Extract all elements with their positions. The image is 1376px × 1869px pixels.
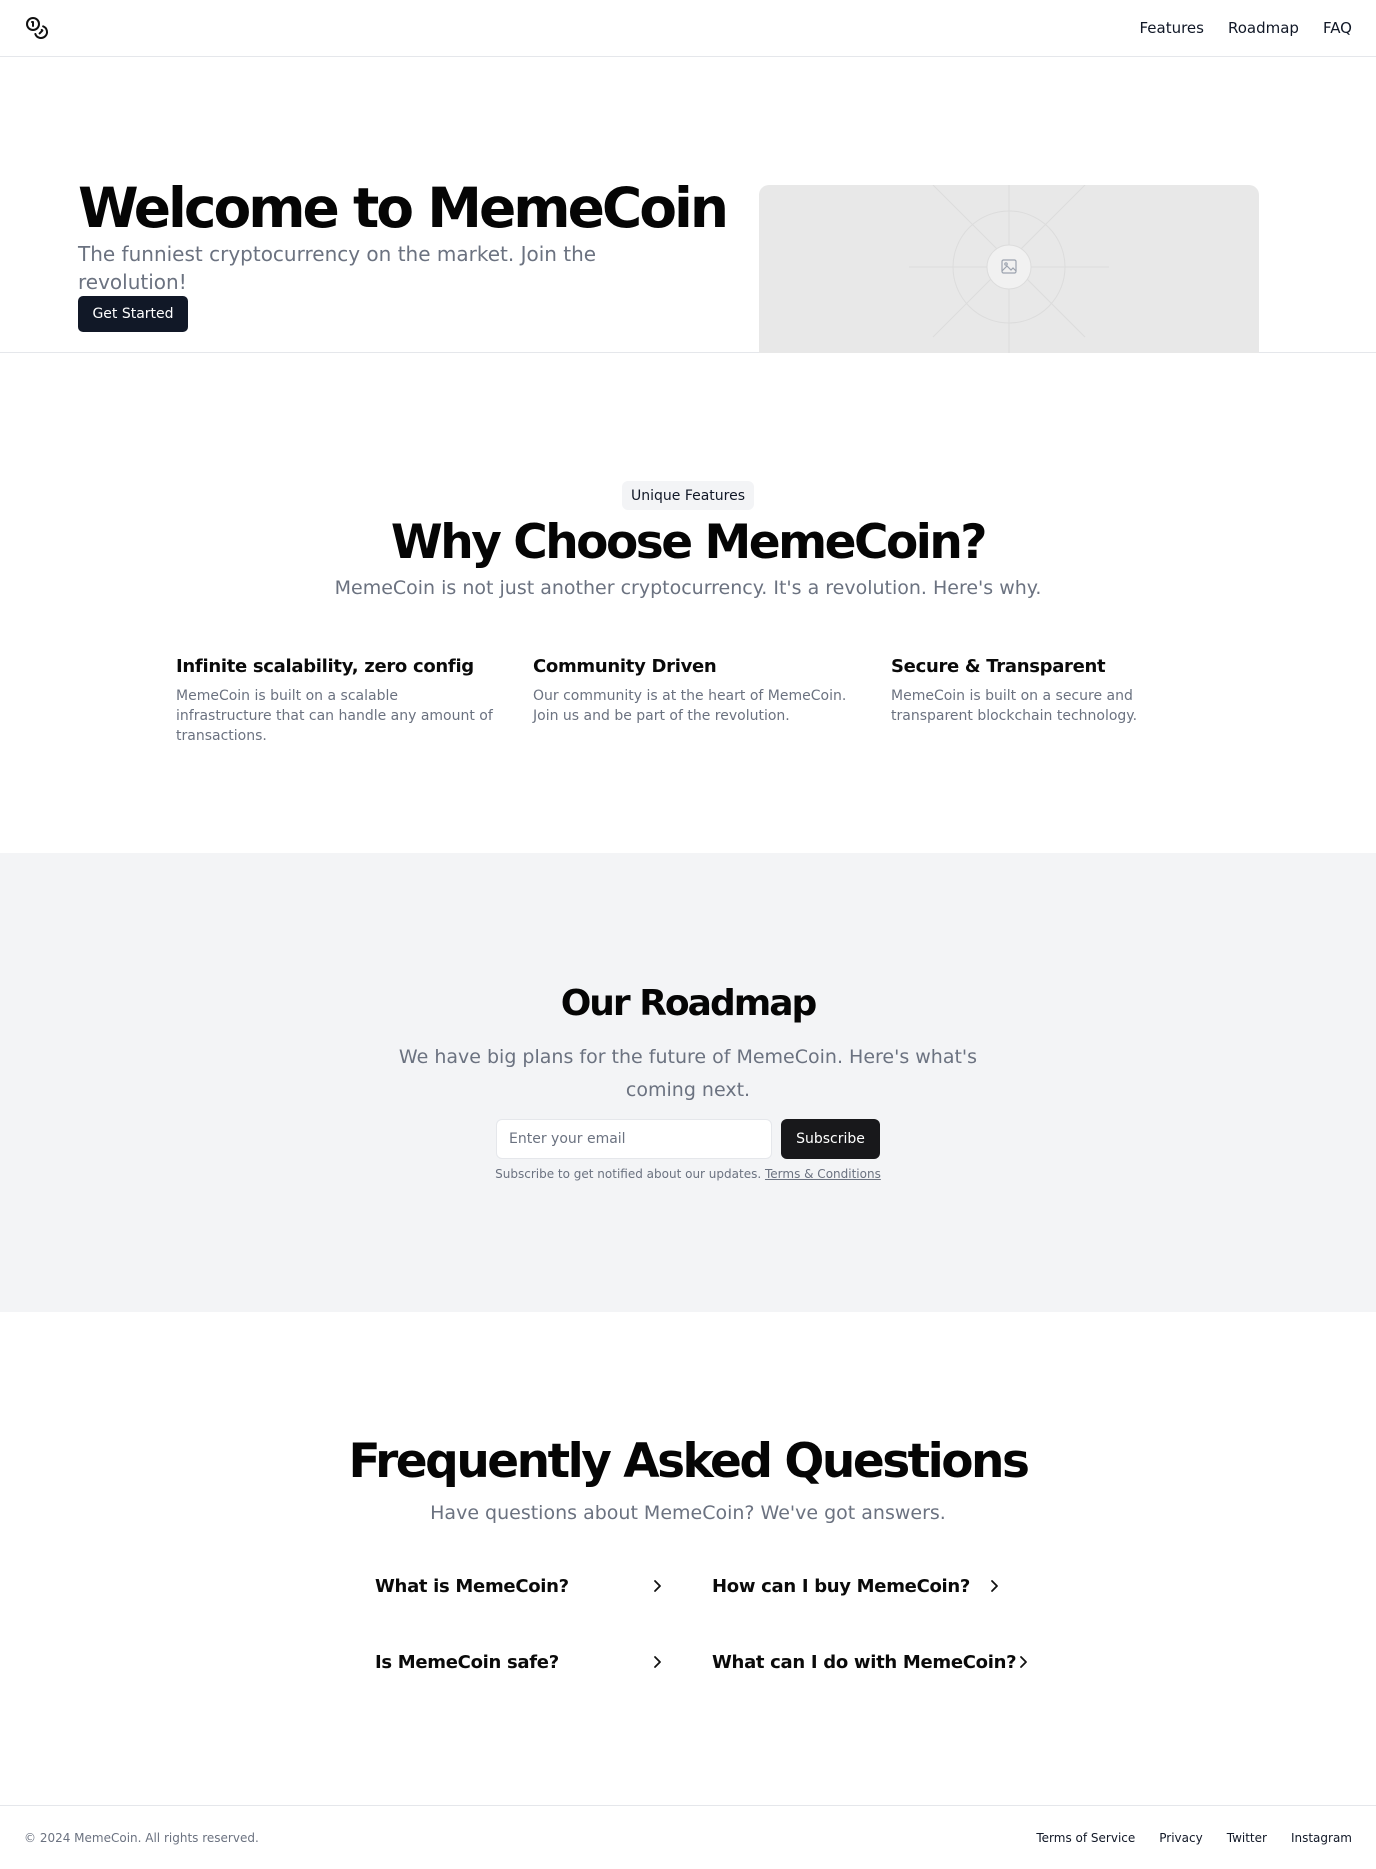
footer-link-terms[interactable]: Terms of Service — [1036, 1831, 1135, 1845]
nav-link-roadmap[interactable]: Roadmap — [1228, 19, 1299, 37]
features-badge: Unique Features — [622, 481, 754, 510]
faq-question: What can I do with MemeCoin? — [712, 1651, 1017, 1673]
faq-item[interactable]: Is MemeCoin safe? — [375, 1647, 665, 1677]
feature-title: Infinite scalability, zero config — [176, 656, 474, 677]
faq-question: What is MemeCoin? — [375, 1575, 569, 1597]
footer-link-instagram[interactable]: Instagram — [1291, 1831, 1352, 1845]
coins-icon[interactable] — [24, 15, 50, 41]
nav-link-features[interactable]: Features — [1139, 19, 1204, 37]
faq-item[interactable]: How can I buy MemeCoin? — [712, 1571, 1002, 1601]
subscribe-button[interactable]: Subscribe — [781, 1119, 880, 1159]
hero-subtitle: The funniest cryptocurrency on the marke… — [78, 242, 597, 294]
features-subtitle: MemeCoin is not just another cryptocurre… — [334, 577, 1042, 599]
footer-nav: Terms of Service Privacy Twitter Instagr… — [1036, 1831, 1352, 1845]
feature-text: MemeCoin is built on a scalable infrastr… — [176, 688, 493, 744]
terms-link[interactable]: Terms & Conditions — [765, 1167, 881, 1181]
faq-section: Frequently Asked Questions Have question… — [0, 1312, 1376, 1805]
feature-item: Community Driven Our community is at the… — [533, 656, 853, 726]
feature-item: Secure & Transparent MemeCoin is built o… — [891, 656, 1211, 726]
faq-subtitle: Have questions about MemeCoin? We've got… — [430, 1502, 946, 1524]
faq-question: How can I buy MemeCoin? — [712, 1575, 971, 1597]
chevron-right-icon — [986, 1578, 1002, 1594]
hero-image-placeholder — [759, 185, 1259, 353]
copyright-text: © 2024 MemeCoin. All rights reserved. — [24, 1830, 259, 1845]
faq-item[interactable]: What can I do with MemeCoin? — [712, 1647, 1028, 1677]
feature-item: Infinite scalability, zero config MemeCo… — [176, 656, 496, 746]
main-nav: Features Roadmap FAQ — [1139, 19, 1352, 37]
roadmap-section: Our Roadmap We have big plans for the fu… — [0, 853, 1376, 1312]
chevron-right-icon — [649, 1654, 665, 1670]
hero-title: Welcome to MemeCoin — [78, 176, 729, 240]
subscribe-note-text: Subscribe to get notified about our upda… — [495, 1167, 762, 1181]
faq-title: Frequently Asked Questions — [348, 1434, 1030, 1489]
feature-title: Community Driven — [533, 656, 717, 677]
chevron-right-icon — [1016, 1654, 1030, 1670]
chevron-right-icon — [649, 1578, 665, 1594]
feature-text: MemeCoin is built on a secure and transp… — [891, 688, 1138, 724]
subscribe-note: Subscribe to get notified about our upda… — [0, 1167, 1376, 1181]
footer-link-privacy[interactable]: Privacy — [1159, 1831, 1202, 1845]
site-header: Features Roadmap FAQ — [0, 0, 1376, 57]
site-footer: © 2024 MemeCoin. All rights reserved. Te… — [0, 1805, 1376, 1869]
features-section: Unique Features Why Choose MemeCoin? Mem… — [0, 353, 1376, 853]
nav-link-faq[interactable]: FAQ — [1323, 19, 1352, 37]
faq-item[interactable]: What is MemeCoin? — [375, 1571, 665, 1601]
hero-section: Welcome to MemeCoin The funniest cryptoc… — [0, 57, 1376, 353]
feature-text: Our community is at the heart of MemeCoi… — [533, 688, 847, 724]
roadmap-title: Our Roadmap — [560, 983, 818, 1024]
image-placeholder-icon — [909, 185, 1109, 353]
faq-question: Is MemeCoin safe? — [375, 1651, 559, 1673]
footer-link-twitter[interactable]: Twitter — [1227, 1831, 1267, 1845]
roadmap-subtitle: We have big plans for the future of Meme… — [398, 1046, 978, 1101]
get-started-button[interactable]: Get Started — [78, 296, 188, 332]
features-title: Why Choose MemeCoin? — [390, 515, 988, 570]
email-input[interactable] — [496, 1119, 772, 1159]
feature-title: Secure & Transparent — [891, 656, 1106, 677]
